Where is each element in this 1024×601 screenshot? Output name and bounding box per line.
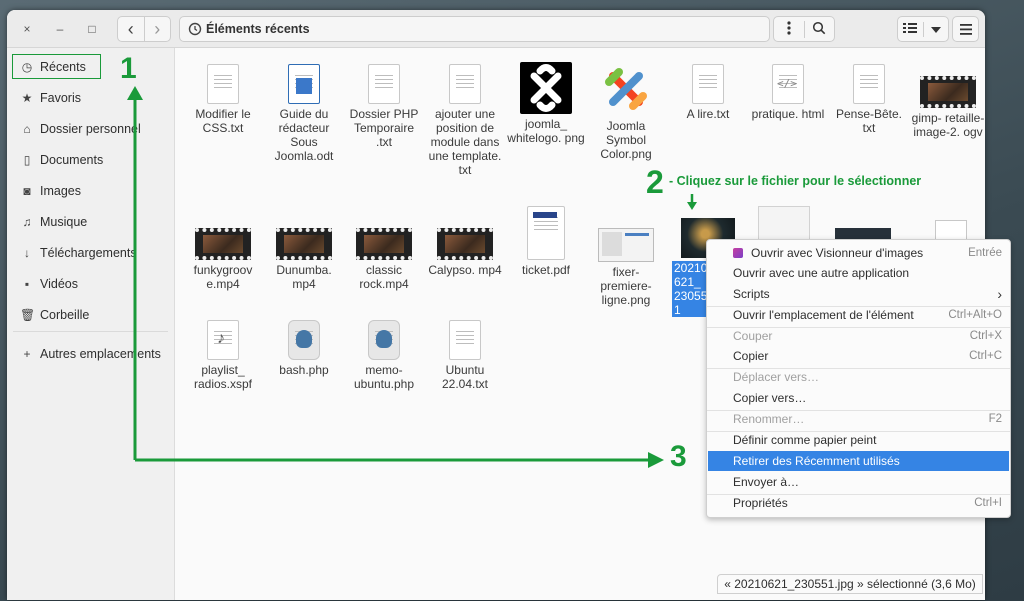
annotation-instruction: - Cliquez sur le fichier pour le sélecti… (669, 174, 922, 188)
annotation-step-2: 2 (646, 164, 664, 200)
annotation-step-3: 3 (670, 440, 687, 473)
annotation-step-1: 1 (120, 52, 137, 85)
annotation-arrows (127, 86, 697, 468)
